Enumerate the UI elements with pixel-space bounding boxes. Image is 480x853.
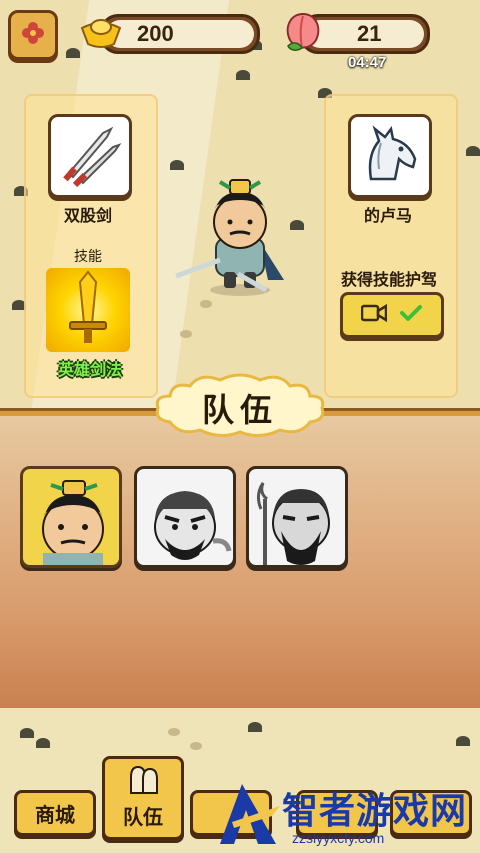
watermark-title: 智者游戏网 bbox=[282, 790, 468, 831]
grass-tuft bbox=[248, 722, 262, 732]
grass-tuft bbox=[466, 146, 480, 156]
liubei-portrait-icon bbox=[23, 480, 119, 565]
twin-swords-icon bbox=[55, 119, 125, 193]
grass-tuft bbox=[170, 160, 184, 170]
flower-icon bbox=[21, 21, 45, 49]
skill-heading: 技能 bbox=[74, 248, 102, 264]
team-slot-zhangfei[interactable] bbox=[134, 466, 236, 568]
team-tab-icon bbox=[127, 765, 161, 799]
peach-value: 21 bbox=[357, 21, 382, 46]
watermark-logo-icon bbox=[212, 782, 284, 850]
get-skill-text: 获得技能护驾 bbox=[340, 272, 437, 289]
skill-name: 英雄剑法 bbox=[57, 362, 122, 379]
horse-icon bbox=[355, 119, 425, 193]
mount-name: 的卢马 bbox=[363, 208, 412, 225]
shop-button[interactable]: 商城 bbox=[14, 790, 96, 836]
watch-video-button[interactable] bbox=[340, 292, 444, 338]
team-tab-label: 队伍 bbox=[123, 807, 163, 829]
peach-icon bbox=[280, 6, 326, 56]
guanyu-portrait-icon bbox=[249, 482, 345, 565]
team-title: 队伍 bbox=[201, 392, 278, 428]
mount-card[interactable] bbox=[348, 114, 432, 198]
watermark-url: zzslyyxcfy.com bbox=[292, 830, 385, 846]
hero-character[interactable] bbox=[172, 172, 302, 306]
team-slot-guanyu[interactable] bbox=[246, 466, 348, 568]
grass-tuft bbox=[456, 736, 470, 746]
stone bbox=[190, 742, 202, 750]
video-icon bbox=[360, 303, 388, 327]
grass-tuft bbox=[20, 728, 34, 738]
back-button[interactable] bbox=[8, 10, 58, 60]
check-icon bbox=[399, 303, 423, 327]
grass-tuft bbox=[236, 70, 250, 80]
weapon-card[interactable] bbox=[48, 114, 132, 198]
timer-text: 04:47 bbox=[348, 54, 387, 71]
grass-tuft bbox=[36, 738, 50, 748]
gold-value: 200 bbox=[137, 21, 174, 46]
zhangfei-portrait-icon bbox=[137, 491, 233, 565]
golden-sword-icon bbox=[58, 268, 118, 352]
stone bbox=[180, 330, 192, 338]
gold-counter: 200 bbox=[100, 14, 260, 54]
team-slot-liubei[interactable] bbox=[20, 466, 122, 568]
gold-ingot-icon bbox=[78, 10, 124, 54]
skill-card[interactable] bbox=[46, 268, 130, 352]
weapon-name: 双股剑 bbox=[63, 208, 112, 225]
stone bbox=[168, 728, 180, 736]
team-tab-button[interactable]: 队伍 bbox=[102, 756, 184, 840]
